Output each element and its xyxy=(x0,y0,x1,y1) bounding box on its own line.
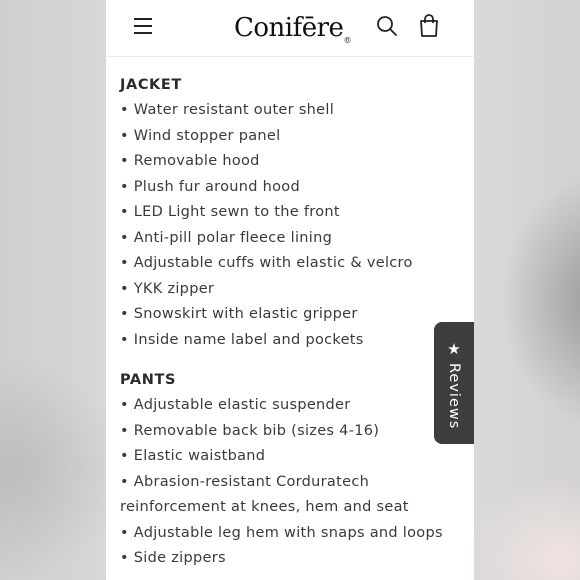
product-features: JACKET • Water resistant outer shell • W… xyxy=(120,72,465,572)
hamburger-menu-icon[interactable] xyxy=(134,15,154,35)
section-title-pants: PANTS xyxy=(120,372,176,388)
section-title-jacket: JACKET xyxy=(120,77,182,93)
reviews-tab-content: ★ Reviews xyxy=(442,340,466,430)
list-item: • Adjustable cuffs with elastic & velcro xyxy=(120,255,413,271)
product-page-panel: Conifēre® JACKET • Water resistant outer… xyxy=(106,0,474,580)
list-item: • Elastic waistband xyxy=(120,448,266,464)
jacket-feature-list: • Water resistant outer shell • Wind sto… xyxy=(120,98,465,353)
cart-icon[interactable] xyxy=(418,14,440,38)
list-item: • Snowskirt with elastic gripper xyxy=(120,306,358,322)
reviews-tab-button[interactable]: ★ Reviews xyxy=(434,322,474,444)
brand-logo-text: Conifēre xyxy=(234,13,344,43)
list-item: • Adjustable elastic suspender xyxy=(120,397,351,413)
list-item: • Abrasion-resistant Corduratech reinfor… xyxy=(120,473,409,516)
search-icon[interactable] xyxy=(376,15,398,37)
list-item: • Removable back bib (sizes 4-16) xyxy=(120,422,380,439)
registered-mark: ® xyxy=(343,36,351,45)
list-item: • Water resistant outer shell xyxy=(120,102,335,118)
brand-logo[interactable]: Conifēre® xyxy=(234,8,351,48)
list-item: • LED Light sewn to the front xyxy=(120,204,340,220)
list-item: • Side zippers xyxy=(120,550,226,566)
list-item: • Removable hood xyxy=(120,153,260,169)
list-item: • Anti-pill polar fleece lining xyxy=(120,229,333,246)
reviews-tab-label: Reviews xyxy=(446,363,462,430)
star-icon: ★ xyxy=(445,340,463,359)
pants-feature-list: • Adjustable elastic suspender • Removab… xyxy=(120,393,465,572)
list-item: • Plush fur around hood xyxy=(120,178,300,195)
list-item: • Wind stopper panel xyxy=(120,127,281,144)
list-item: • Inside name label and pockets xyxy=(120,331,364,348)
list-item: • Adjustable leg hem with snaps and loop… xyxy=(120,524,443,541)
list-item: • YKK zipper xyxy=(120,280,215,297)
site-header: Conifēre® xyxy=(106,0,474,57)
